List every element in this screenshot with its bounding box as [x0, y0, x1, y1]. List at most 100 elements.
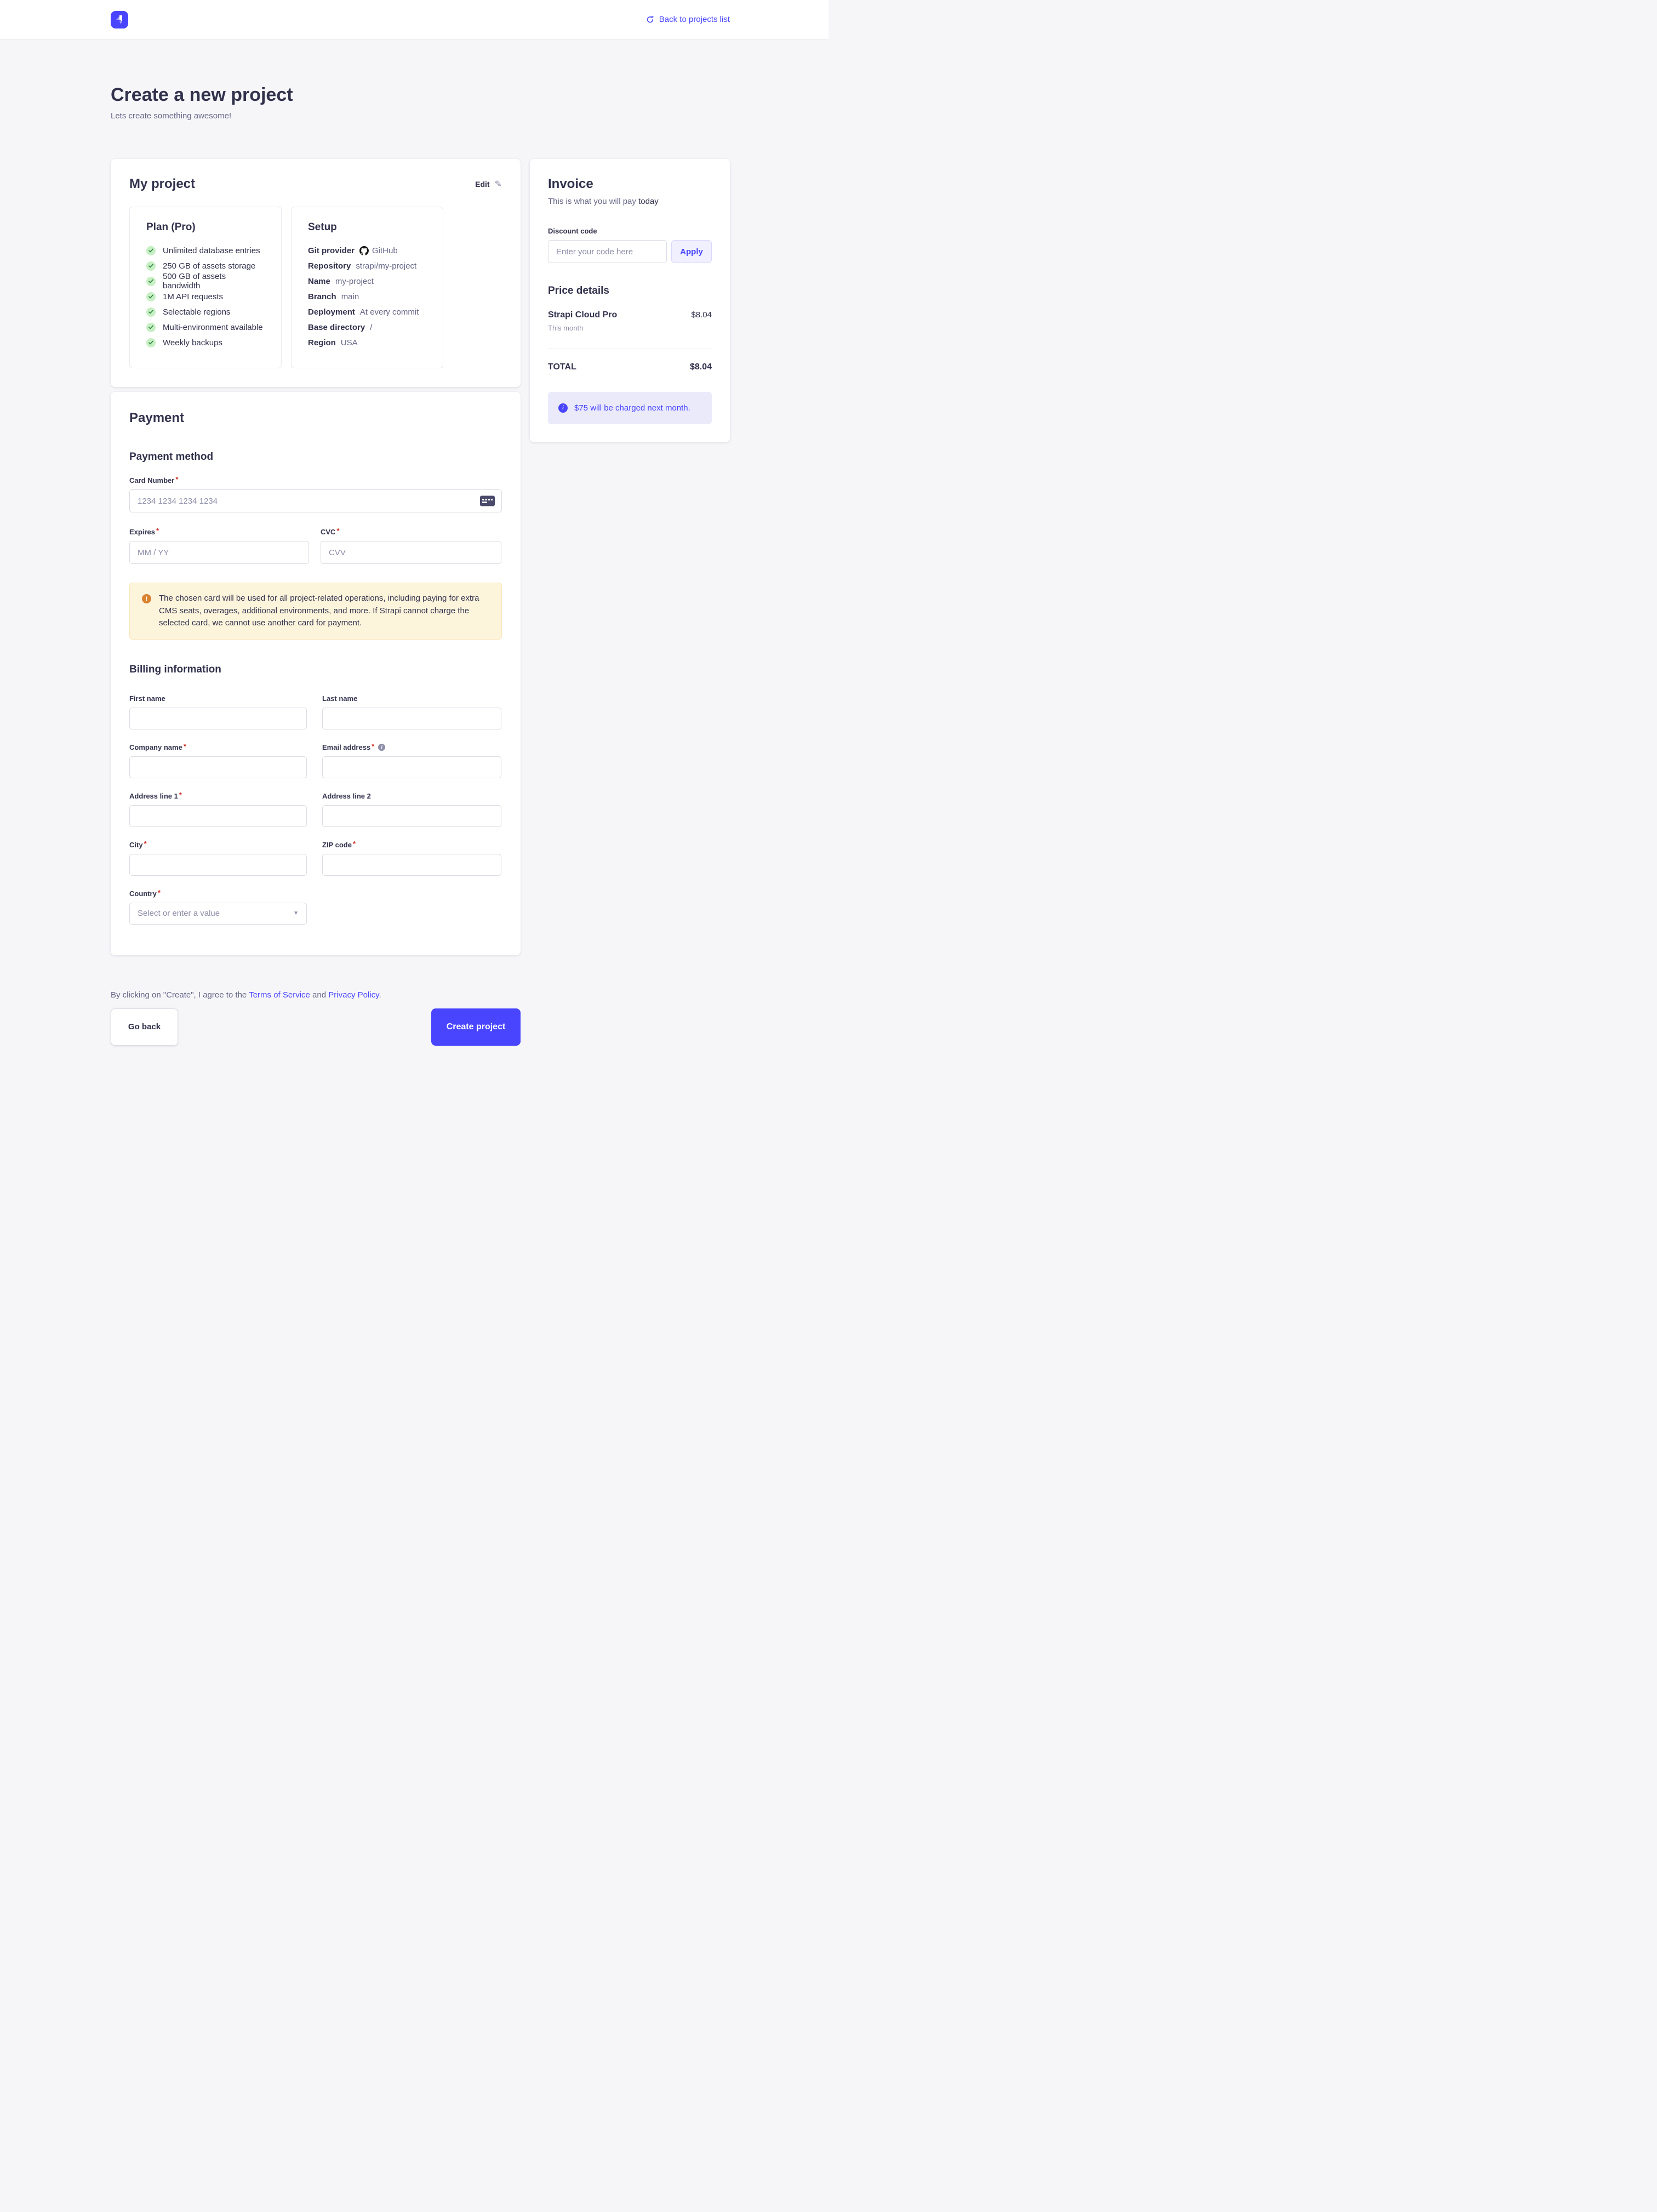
billing-field: Last name	[322, 694, 501, 729]
billing-field-label: Last name	[322, 694, 357, 703]
privacy-policy-link[interactable]: Privacy Policy	[328, 990, 379, 1000]
required-asterisk: *	[179, 791, 182, 799]
card-number-input[interactable]	[129, 489, 502, 512]
invoice-card: Invoice This is what you will pay today …	[530, 159, 730, 442]
strapi-logo[interactable]	[111, 11, 128, 28]
billing-text-input[interactable]	[322, 805, 501, 827]
edit-button[interactable]: Edit ✎	[475, 179, 502, 190]
setup-row-value: /	[370, 323, 372, 332]
check-circle-icon	[146, 307, 156, 317]
plan-feature-item: Multi-environment available	[146, 320, 265, 335]
billing-field-label: ZIP code	[322, 841, 352, 849]
setup-row-value: USA	[341, 338, 358, 347]
back-arrow-icon	[646, 15, 654, 24]
setup-row-label: Region	[308, 338, 336, 347]
setup-row: Repository strapi/my-project	[308, 258, 426, 273]
check-circle-icon	[146, 292, 156, 301]
apply-button[interactable]: Apply	[671, 240, 712, 263]
plan-feature-label: 1M API requests	[163, 292, 223, 301]
required-asterisk: *	[184, 742, 186, 750]
setup-row-value: main	[341, 292, 359, 301]
required-asterisk: *	[336, 527, 339, 535]
plan-feature-label: Weekly backups	[163, 338, 222, 347]
billing-text-input[interactable]	[322, 756, 501, 778]
setup-row: Base directory /	[308, 320, 426, 335]
required-asterisk: *	[144, 840, 147, 848]
check-circle-icon	[146, 323, 156, 332]
left-column: My project Edit ✎ Plan (Pro)	[111, 159, 521, 955]
terms-of-service-link[interactable]: Terms of Service	[249, 990, 310, 1000]
go-back-button[interactable]: Go back	[111, 1008, 178, 1046]
billing-grid: First name Last name	[129, 694, 502, 876]
create-project-button[interactable]: Create project	[431, 1008, 521, 1046]
terms-agreement: By clicking on "Create", I agree to the …	[111, 990, 730, 1000]
plan-feature-item: Selectable regions	[146, 304, 265, 320]
required-asterisk: *	[175, 475, 178, 483]
credit-card-icon	[480, 496, 495, 506]
invoice-subtitle-emphasis: today	[638, 197, 659, 206]
billing-information-title: Billing information	[129, 664, 502, 676]
next-month-note-text: $75 will be charged next month.	[574, 403, 690, 413]
page-subtitle: Lets create something awesome!	[111, 111, 730, 121]
country-select[interactable]: Select or enter a value ▼	[129, 903, 307, 925]
plan-feature-label: Selectable regions	[163, 307, 230, 317]
country-select-placeholder: Select or enter a value	[138, 909, 220, 918]
line-item-amount: $8.04	[691, 310, 712, 332]
next-month-note: i $75 will be charged next month.	[548, 392, 712, 424]
setup-row-list: Git provider GitHub Repository	[308, 243, 426, 350]
line-item-period: This month	[548, 324, 617, 332]
required-asterisk: *	[353, 840, 356, 848]
billing-text-input[interactable]	[129, 756, 307, 778]
expires-input[interactable]	[129, 541, 309, 564]
price-details-title: Price details	[548, 285, 712, 297]
invoice-title: Invoice	[548, 176, 712, 192]
billing-field: Email address * i	[322, 743, 501, 778]
cvc-input[interactable]	[321, 541, 501, 564]
invoice-subtitle-text: This is what you will pay	[548, 197, 638, 206]
payment-card: Payment Payment method Card Number *	[111, 392, 521, 955]
chevron-down-icon: ▼	[293, 910, 299, 916]
cvc-label: CVC	[321, 528, 335, 536]
plan-box: Plan (Pro) Unlimited database entries	[129, 207, 282, 368]
footer-actions: Go back Create project	[111, 1008, 521, 1046]
billing-text-input[interactable]	[129, 805, 307, 827]
price-line-item: Strapi Cloud Pro This month $8.04	[548, 310, 712, 332]
billing-field: Address line 2	[322, 792, 501, 827]
my-project-title: My project	[129, 176, 195, 192]
page-content: Create a new project Lets create somethi…	[111, 39, 730, 1111]
setup-box: Setup Git provider GitHub	[291, 207, 443, 368]
back-link-label: Back to projects list	[659, 15, 730, 24]
setup-row-label: Name	[308, 277, 330, 286]
setup-row-label: Branch	[308, 292, 336, 301]
billing-field-label: Email address	[322, 743, 370, 751]
expires-field: Expires *	[129, 528, 309, 564]
terms-text: By clicking on "Create", I agree to the	[111, 990, 249, 1000]
back-to-projects-link[interactable]: Back to projects list	[646, 15, 730, 24]
discount-code-input[interactable]	[548, 240, 667, 263]
setup-row: Branch main	[308, 289, 426, 304]
setup-row: Deployment At every commit	[308, 304, 426, 320]
page-title: Create a new project	[111, 84, 730, 106]
billing-field: First name	[129, 694, 307, 729]
billing-text-input[interactable]	[129, 708, 307, 729]
plan-feature-list: Unlimited database entries 250 GB of ass…	[146, 243, 265, 350]
plan-feature-label: Unlimited database entries	[163, 246, 260, 255]
required-asterisk: *	[372, 742, 374, 750]
billing-field: Company name *	[129, 743, 307, 778]
billing-field: Address line 1 *	[129, 792, 307, 827]
billing-field-label: Address line 1	[129, 792, 178, 800]
setup-row: Region USA	[308, 335, 426, 350]
billing-text-input[interactable]	[322, 854, 501, 876]
payment-title: Payment	[129, 411, 502, 426]
setup-row-label: Base directory	[308, 323, 365, 332]
info-circle-icon: i	[558, 403, 568, 413]
billing-text-input[interactable]	[129, 854, 307, 876]
billing-field-label: Company name	[129, 743, 182, 751]
plan-feature-item: 500 GB of assets bandwidth	[146, 273, 265, 289]
billing-text-input[interactable]	[322, 708, 501, 729]
setup-row: Name my-project	[308, 273, 426, 289]
plan-feature-label: 250 GB of assets storage	[163, 261, 255, 271]
plan-feature-item: Weekly backups	[146, 335, 265, 350]
discount-code-label: Discount code	[548, 227, 597, 235]
my-project-card: My project Edit ✎ Plan (Pro)	[111, 159, 521, 387]
